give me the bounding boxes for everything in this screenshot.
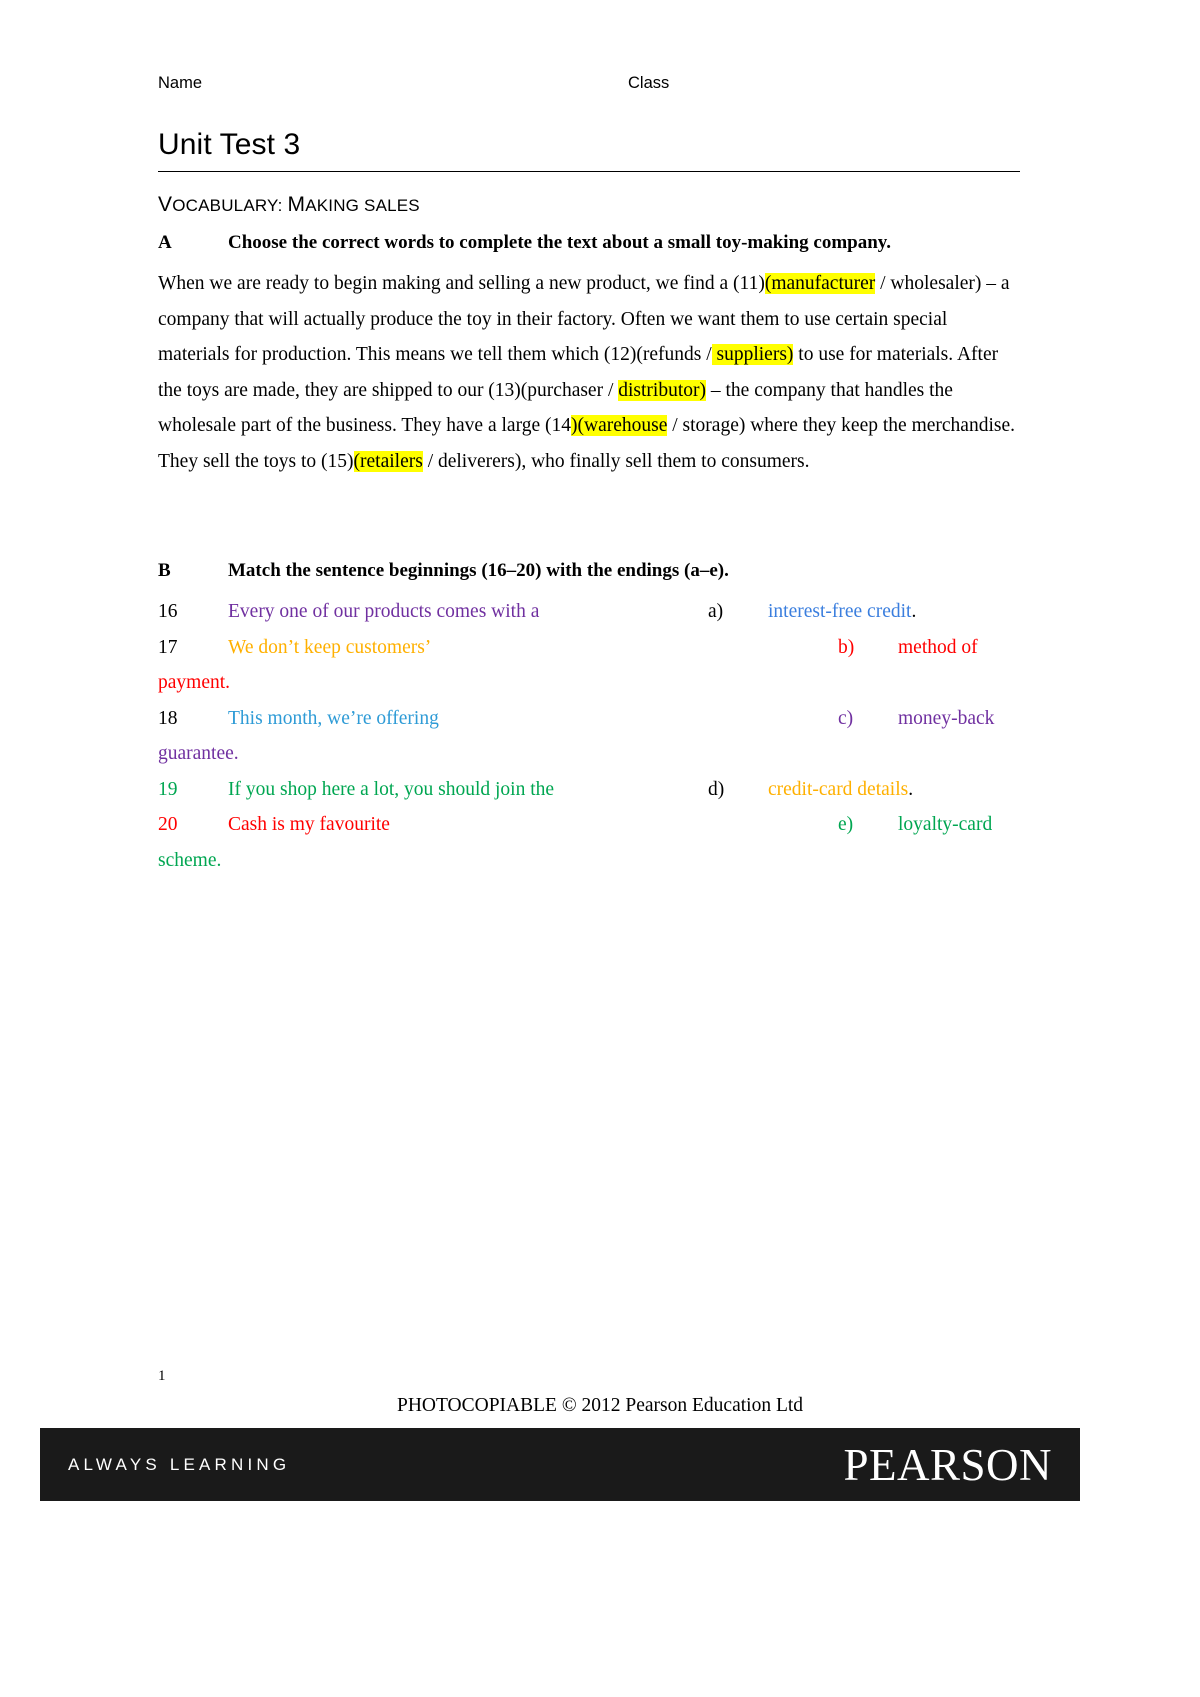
sentence-beginning[interactable]: This month, we’re offering: [228, 701, 439, 737]
section-heading-vocabulary: OCABULARY: [172, 196, 278, 215]
matching-row: 18 This month, we’re offering c) money-back: [158, 701, 1020, 737]
matching-row-letter: b): [838, 636, 855, 658]
sentence-ending[interactable]: loyalty-card: [898, 807, 992, 843]
ending-group: d) credit-card details.: [708, 772, 913, 808]
always-learning-tagline: ALWAYS LEARNING: [68, 1454, 291, 1474]
matching-row-letter: d): [708, 778, 725, 800]
matching-row-number: 19: [158, 778, 178, 800]
exercise-b-instruction: B Match the sentence beginnings (16–20) w…: [158, 560, 1020, 582]
matching-row-letter: a): [708, 601, 724, 622]
copyright-notice: PHOTOCOPIABLE © 2012 Pearson Education L…: [396, 1395, 804, 1416]
matching-row: 16 Every one of our products comes with a…: [158, 594, 1020, 630]
matching-row-letter: c): [838, 707, 854, 729]
name-label: Name: [158, 74, 203, 92]
sentence-ending-wrap: payment.: [158, 672, 231, 693]
ending-group: c) money-back: [838, 701, 994, 737]
sentence-beginning[interactable]: If you shop here a lot, you should join …: [228, 772, 554, 808]
class-label: Class: [628, 74, 670, 92]
sentence-beginning[interactable]: Cash is my favourite: [228, 807, 390, 843]
matching-row-number: 20: [158, 814, 178, 835]
ending-group: e) loyalty-card: [838, 807, 992, 843]
name-class-header: Name Class: [158, 74, 1020, 93]
highlighted-answer: (manufacturer: [764, 273, 876, 294]
sentence-beginning[interactable]: We don’t keep customers’: [228, 630, 431, 666]
highlighted-answer: )(warehouse: [571, 415, 668, 436]
page-title: Unit Test 3: [158, 128, 1020, 172]
sentence-ending[interactable]: interest-free credit: [768, 594, 911, 630]
sentence-ending[interactable]: money-back: [898, 701, 994, 737]
ending-group: a) interest-free credit.: [708, 594, 916, 630]
exercise-b-instruction-text: Match the sentence beginnings (16–20) wi…: [228, 560, 729, 581]
exercise-a-instruction: A Choose the correct words to complete th…: [158, 232, 1020, 254]
section-heading-making-sales: AKING SALES: [305, 196, 420, 215]
matching-row: 19 If you shop here a lot, you should joi…: [158, 772, 1020, 808]
section-heading-colon: :: [277, 196, 288, 215]
passage-text: When we are ready to begin making and se…: [158, 273, 765, 294]
section-heading-m: M: [287, 193, 306, 216]
matching-row-number: 16: [158, 601, 178, 622]
exercise-a-letter: A: [158, 232, 172, 253]
highlighted-answer: suppliers): [711, 344, 794, 365]
sentence-ending[interactable]: credit-card details: [768, 772, 908, 808]
matching-exercise-list: 16 Every one of our products comes with a…: [158, 594, 1020, 878]
sentence-ending-punctuation: .: [911, 601, 917, 622]
exercise-a-passage: When we are ready to begin making and se…: [158, 266, 1020, 479]
sentence-beginning[interactable]: Every one of our products comes with a: [228, 594, 539, 630]
pearson-brand-bar: ALWAYS LEARNING PEARSON: [40, 1428, 1080, 1501]
matching-row-letter: e): [838, 814, 854, 835]
exercise-b-letter: B: [158, 560, 171, 581]
sentence-ending-wrap: scheme.: [158, 849, 222, 871]
matching-row: 20 Cash is my favourite e) loyalty-card: [158, 807, 1020, 843]
page-number: 1: [158, 1368, 166, 1384]
matching-row: 17 We don’t keep customers’ b) method of: [158, 630, 1020, 666]
highlighted-answer: (retailers: [353, 450, 423, 472]
passage-text: / deliverers), who finally sell them to …: [422, 450, 810, 472]
matching-row-number: 18: [158, 707, 178, 729]
matching-row-number: 17: [158, 636, 178, 658]
sentence-ending[interactable]: method of: [898, 630, 978, 666]
highlighted-answer: distributor): [618, 379, 706, 401]
ending-group: b) method of: [838, 630, 978, 666]
sentence-ending-punctuation: .: [908, 778, 914, 800]
sentence-ending-wrap: guarantee.: [158, 743, 239, 764]
section-heading-v: V: [158, 193, 173, 216]
document-page: Name Class Unit Test 3 VOCABULARY: MAKIN…: [0, 0, 1200, 1697]
pearson-logo: PEARSON: [843, 1439, 1052, 1490]
exercise-a-instruction-text: Choose the correct words to complete the…: [228, 232, 891, 253]
section-heading: VOCABULARY: MAKING SALES: [158, 193, 420, 217]
